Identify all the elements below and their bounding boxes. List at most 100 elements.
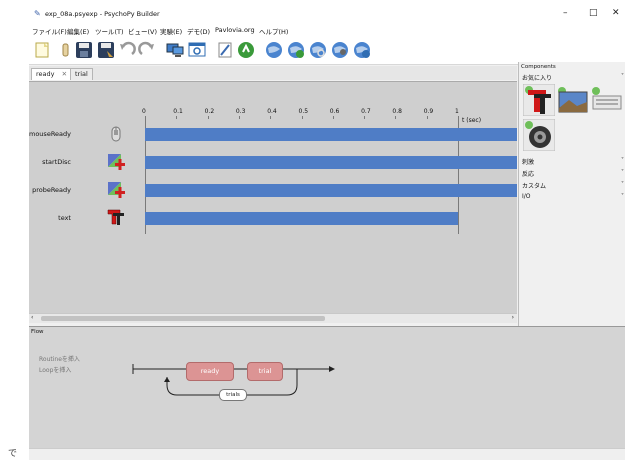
mouse-icon[interactable]: [107, 125, 125, 143]
insert-routine-button[interactable]: Routineを挿入: [39, 354, 80, 363]
text-icon[interactable]: [107, 208, 125, 226]
menu-edit[interactable]: 編集(E): [67, 26, 89, 36]
polygon-icon[interactable]: [107, 153, 125, 171]
category-responses[interactable]: 反応: [522, 169, 534, 178]
menu-view[interactable]: ビュー(V): [128, 26, 157, 36]
polygon-icon[interactable]: [107, 181, 125, 199]
chevron-down-icon[interactable]: ˅: [621, 169, 624, 176]
time-tick-label: 0.5: [298, 108, 309, 115]
chevron-down-icon[interactable]: ˅: [621, 157, 624, 164]
time-tick-mark: [207, 116, 209, 119]
tab-close-icon[interactable]: ✕: [62, 70, 67, 78]
component-name-probeReady[interactable]: probeReady: [11, 186, 71, 194]
globe-info-icon[interactable]: [353, 41, 371, 59]
menu-pavlovia[interactable]: Pavlovia.org: [215, 26, 255, 34]
flow-panel-title: Flow: [31, 329, 44, 335]
tab-ready[interactable]: ready ✕: [31, 68, 73, 80]
new-file-icon[interactable]: [33, 41, 51, 59]
redo-icon[interactable]: [138, 41, 156, 59]
menu-file[interactable]: ファイル(F): [32, 26, 67, 36]
menu-experiment[interactable]: 実験(E): [160, 26, 182, 36]
insert-loop-button[interactable]: Loopを挿入: [39, 365, 71, 374]
globe-user-icon[interactable]: [331, 41, 349, 59]
time-tick-mark: [332, 116, 334, 119]
globe-sync-icon[interactable]: [287, 41, 305, 59]
scrollbar-thumb[interactable]: [41, 316, 325, 321]
tab-trial[interactable]: trial: [70, 68, 93, 80]
time-tick-label: 0.3: [235, 108, 246, 115]
favorites-category[interactable]: お気に入り: [522, 73, 552, 82]
status-bar: [29, 448, 625, 460]
scroll-left-icon[interactable]: ‹: [31, 314, 33, 321]
flow-routine-ready[interactable]: ready: [186, 362, 234, 381]
globe-search-icon[interactable]: [309, 41, 327, 59]
time-tick-mark: [238, 116, 240, 119]
save-icon[interactable]: [75, 41, 93, 59]
minimize-button[interactable]: –: [563, 8, 568, 18]
component-bar-startDisc[interactable]: [145, 156, 517, 169]
flow-loop-trials[interactable]: trials: [219, 389, 247, 401]
time-tick-label: 0.1: [173, 108, 183, 115]
psychopy-builder-window: ✎ exp_08a.psyexp - PsychoPy Builder – □ …: [29, 5, 625, 460]
window-title: exp_08a.psyexp - PsychoPy Builder: [45, 10, 160, 18]
category-custom[interactable]: カスタム: [522, 181, 546, 190]
components-panel: Components お気に入り ˅ 刺激 ˅ 反応 ˅ カスタム ˅ I/O …: [518, 62, 625, 326]
time-tick-mark: [301, 116, 303, 119]
side-glyph: で: [8, 449, 18, 459]
chevron-down-icon[interactable]: ˅: [621, 181, 624, 188]
component-name-mouseReady[interactable]: mouseReady: [11, 130, 71, 138]
category-io[interactable]: I/O: [522, 193, 531, 200]
time-tick-label: 0.6: [329, 108, 340, 115]
routine-canvas[interactable]: 0 0.1 0.2 0.3 0.4 0.5 0.6 0.7 0.8 0.9 1 t (sec) mo…: [29, 81, 517, 322]
time-tick-mark: [426, 116, 428, 119]
chevron-down-icon[interactable]: ˅: [621, 73, 624, 80]
time-tick-label: 0.2: [204, 108, 215, 115]
flow-panel: Flow Routineを挿入 Loopを挿入 ready trial tria…: [29, 326, 625, 449]
text-component-icon[interactable]: [523, 84, 555, 116]
close-button[interactable]: ✕: [612, 8, 620, 18]
component-bar-probeReady[interactable]: [145, 184, 517, 197]
chevron-down-icon[interactable]: ˅: [621, 193, 624, 200]
component-bar-mouseReady[interactable]: [145, 128, 517, 141]
component-bar-text[interactable]: [145, 212, 458, 225]
routine-tabs: ready ✕ trial: [29, 66, 517, 80]
time-unit-label: t (sec): [462, 117, 482, 124]
scroll-right-icon[interactable]: ›: [512, 314, 514, 321]
loop-arrow: [164, 377, 170, 382]
maximize-button[interactable]: □: [589, 8, 598, 18]
category-stimuli[interactable]: 刺激: [522, 157, 534, 166]
menu-demos[interactable]: デモ(D): [187, 26, 210, 36]
time-tick-label: 0.7: [361, 108, 371, 115]
time-tick-mark: [364, 116, 366, 119]
menu-bar: ファイル(F) 編集(E) ツール(T) ビュー(V) 実験(E) デモ(D) …: [29, 23, 625, 36]
save-as-icon[interactable]: [97, 41, 115, 59]
flow-routine-trial[interactable]: trial: [247, 362, 283, 381]
time-tick-mark: [176, 116, 178, 119]
time-tick-label: 0: [142, 108, 146, 115]
sound-component-icon[interactable]: [523, 119, 555, 151]
undo-icon[interactable]: [118, 41, 136, 59]
components-panel-title: Components: [521, 64, 556, 70]
component-name-startDisc[interactable]: startDisc: [11, 158, 71, 166]
experiment-settings-icon[interactable]: [188, 41, 206, 59]
compile-script-icon[interactable]: [216, 41, 234, 59]
time-tick-mark: [270, 116, 272, 119]
toolbar: [29, 36, 625, 65]
time-tick-label: 1: [455, 108, 459, 115]
component-name-text[interactable]: text: [11, 214, 71, 222]
horizontal-scrollbar[interactable]: ‹ ›: [29, 313, 517, 323]
keyboard-component-icon[interactable]: [591, 86, 623, 116]
monitor-icon[interactable]: [166, 41, 184, 59]
title-bar: ✎ exp_08a.psyexp - PsychoPy Builder – □ …: [29, 5, 625, 23]
time-tick-label: 0.4: [267, 108, 277, 115]
flow-end-arrow: [329, 366, 335, 372]
time-tick-mark: [395, 116, 397, 119]
tab-trial-label: trial: [75, 70, 88, 78]
globe-icon[interactable]: [265, 41, 283, 59]
menu-help[interactable]: ヘルプ(H): [259, 26, 288, 36]
run-icon[interactable]: [237, 41, 255, 59]
image-component-icon[interactable]: [557, 86, 589, 116]
tab-ready-label: ready: [36, 70, 55, 78]
time-tick-label: 0.8: [392, 108, 402, 115]
menu-tools[interactable]: ツール(T): [95, 26, 124, 36]
